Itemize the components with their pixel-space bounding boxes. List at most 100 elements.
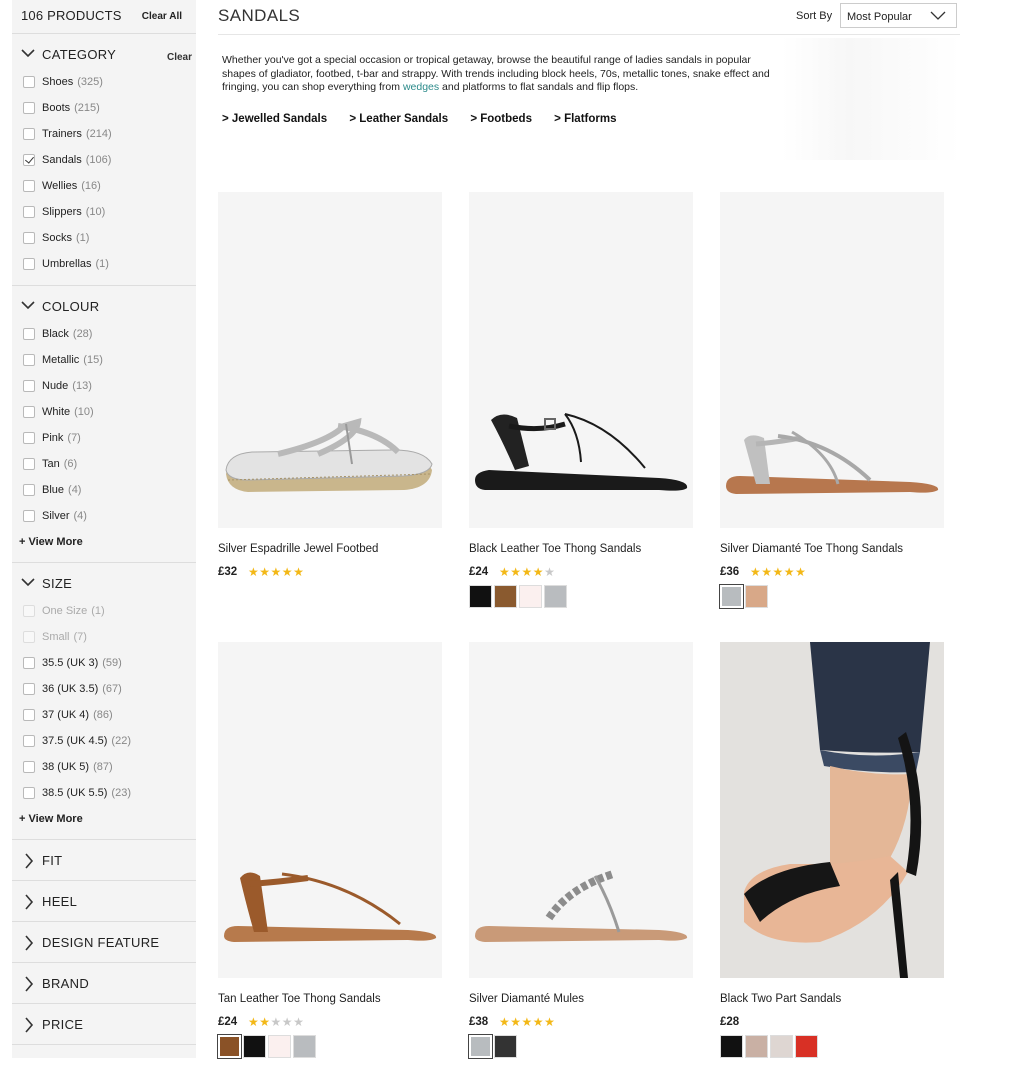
colour-swatch[interactable]	[719, 584, 744, 609]
size-option[interactable]: Small (7)	[12, 627, 196, 653]
colour-option[interactable]: Nude (13)	[12, 376, 196, 402]
size-checkbox[interactable]	[23, 709, 35, 721]
size-option[interactable]: 35.5 (UK 3) (59)	[12, 653, 196, 679]
product-card[interactable]: Silver Diamanté Mules £38 ★★★★★	[468, 642, 693, 1059]
category-checkbox[interactable]	[23, 180, 35, 192]
category-checkbox[interactable]	[23, 206, 35, 218]
size-checkbox[interactable]	[23, 657, 35, 669]
category-option[interactable]: Slippers (10)	[12, 202, 196, 228]
product-image-tan-thong-sandal[interactable]	[218, 642, 442, 978]
wedges-link[interactable]: wedges	[403, 81, 439, 93]
colour-option[interactable]: Tan (6)	[12, 454, 196, 480]
category-option[interactable]: Umbrellas (1)	[12, 254, 196, 280]
facet-fit[interactable]: FIT	[12, 840, 196, 881]
colour-swatch[interactable]	[468, 1034, 493, 1059]
colour-swatch[interactable]	[745, 1035, 768, 1058]
colour-swatch[interactable]	[217, 1034, 242, 1059]
size-option[interactable]: 37.5 (UK 4.5) (22)	[12, 731, 196, 757]
product-name[interactable]: Black Two Part Sandals	[720, 993, 841, 1005]
product-image-silver-diamante-mule[interactable]	[469, 642, 693, 978]
colour-swatch[interactable]	[519, 585, 542, 608]
category-checkbox[interactable]	[23, 76, 35, 88]
category-option[interactable]: Shoes (325)	[12, 72, 196, 98]
size-view-more[interactable]: + View More	[12, 809, 196, 835]
product-card[interactable]: Black Leather Toe Thong Sandals £24 ★★★★★	[469, 192, 693, 608]
colour-swatch[interactable]	[795, 1035, 818, 1058]
size-checkbox[interactable]	[23, 787, 35, 799]
category-option[interactable]: Wellies (16)	[12, 176, 196, 202]
product-card[interactable]: Silver Diamanté Toe Thong Sandals £36 ★★★★…	[719, 192, 944, 609]
product-name[interactable]: Silver Diamanté Toe Thong Sandals	[720, 543, 903, 555]
facet-brand[interactable]: BRAND	[12, 963, 196, 1004]
facet-design-feature[interactable]: DESIGN FEATURE	[12, 922, 196, 963]
category-checkbox[interactable]	[23, 154, 35, 166]
size-option[interactable]: 37 (UK 4) (86)	[12, 705, 196, 731]
facet-size-toggle[interactable]: SIZE	[12, 563, 196, 601]
colour-checkbox[interactable]	[23, 328, 35, 340]
colour-checkbox[interactable]	[23, 458, 35, 470]
clear-all-link[interactable]: Clear All	[142, 11, 182, 22]
facet-toggle[interactable]: FIT	[12, 840, 196, 880]
facet-heel[interactable]: HEEL	[12, 881, 196, 922]
category-option[interactable]: Sandals (106)	[12, 150, 196, 176]
product-image-silver-diamante-thong[interactable]	[720, 192, 944, 528]
product-name[interactable]: Silver Diamanté Mules	[469, 993, 584, 1005]
sublink-jewelled-sandals[interactable]: > Jewelled Sandals	[222, 113, 327, 125]
colour-swatch[interactable]	[243, 1035, 266, 1058]
category-option[interactable]: Socks (1)	[12, 228, 196, 254]
colour-swatch[interactable]	[720, 1035, 743, 1058]
colour-swatch[interactable]	[745, 585, 768, 608]
category-checkbox[interactable]	[23, 128, 35, 140]
colour-swatch[interactable]	[293, 1035, 316, 1058]
sublink-flatforms[interactable]: > Flatforms	[554, 113, 616, 125]
size-option[interactable]: One Size (1)	[12, 601, 196, 627]
colour-checkbox[interactable]	[23, 484, 35, 496]
colour-checkbox[interactable]	[23, 432, 35, 444]
product-name[interactable]: Silver Espadrille Jewel Footbed	[218, 543, 378, 555]
colour-swatch[interactable]	[494, 585, 517, 608]
category-checkbox[interactable]	[23, 102, 35, 114]
facet-toggle[interactable]: PRICE	[12, 1004, 196, 1044]
facet-toggle[interactable]: DESIGN FEATURE	[12, 922, 196, 962]
sublink-leather-sandals[interactable]: > Leather Sandals	[349, 113, 448, 125]
size-checkbox[interactable]	[23, 735, 35, 747]
facet-colour-toggle[interactable]: COLOUR	[12, 286, 196, 324]
category-option[interactable]: Boots (215)	[12, 98, 196, 124]
category-clear-link[interactable]: Clear	[167, 52, 192, 63]
sort-dropdown[interactable]: Most Popular	[840, 3, 957, 28]
colour-option[interactable]: White (10)	[12, 402, 196, 428]
size-checkbox[interactable]	[23, 761, 35, 773]
product-name[interactable]: Tan Leather Toe Thong Sandals	[218, 993, 381, 1005]
colour-swatch[interactable]	[268, 1035, 291, 1058]
facet-category-toggle[interactable]: CATEGORY Clear	[12, 34, 196, 72]
size-option[interactable]: 38 (UK 5) (87)	[12, 757, 196, 783]
colour-option[interactable]: Metallic (15)	[12, 350, 196, 376]
colour-checkbox[interactable]	[23, 406, 35, 418]
category-checkbox[interactable]	[23, 258, 35, 270]
colour-swatch[interactable]	[469, 585, 492, 608]
facet-toggle[interactable]: HEEL	[12, 881, 196, 921]
colour-swatch[interactable]	[544, 585, 567, 608]
colour-option[interactable]: Pink (7)	[12, 428, 196, 454]
size-checkbox[interactable]	[23, 683, 35, 695]
colour-swatch[interactable]	[770, 1035, 793, 1058]
product-image-black-heel-on-foot[interactable]	[720, 642, 944, 978]
colour-checkbox[interactable]	[23, 380, 35, 392]
category-option[interactable]: Trainers (214)	[12, 124, 196, 150]
product-image-black-thong-sandal[interactable]	[469, 192, 693, 528]
product-image-silver-espadrille-sandal[interactable]	[218, 192, 442, 528]
product-card[interactable]: Silver Espadrille Jewel Footbed £32 ★★★★★	[218, 192, 442, 579]
colour-swatch[interactable]	[494, 1035, 517, 1058]
category-checkbox[interactable]	[23, 232, 35, 244]
colour-option[interactable]: Blue (4)	[12, 480, 196, 506]
sublink-footbeds[interactable]: > Footbeds	[470, 113, 532, 125]
colour-checkbox[interactable]	[23, 354, 35, 366]
facet-toggle[interactable]: BRAND	[12, 963, 196, 1003]
colour-view-more[interactable]: + View More	[12, 532, 196, 558]
size-option[interactable]: 38.5 (UK 5.5) (23)	[12, 783, 196, 809]
product-card[interactable]: Tan Leather Toe Thong Sandals £24 ★★★★★	[217, 642, 442, 1059]
colour-option[interactable]: Silver (4)	[12, 506, 196, 532]
colour-option[interactable]: Black (28)	[12, 324, 196, 350]
size-option[interactable]: 36 (UK 3.5) (67)	[12, 679, 196, 705]
product-name[interactable]: Black Leather Toe Thong Sandals	[469, 543, 641, 555]
